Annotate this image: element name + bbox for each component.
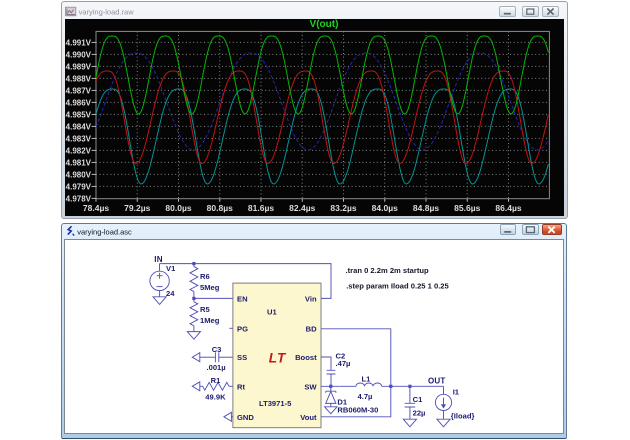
svg-text:C1: C1 [413,395,423,404]
svg-text:R5: R5 [200,305,210,314]
svg-text:BD: BD [306,325,317,334]
svg-text:V(out): V(out) [310,19,339,30]
svg-text:I1: I1 [453,387,460,396]
svg-text:LT: LT [269,351,287,366]
svg-text:4.986V: 4.986V [66,98,92,107]
svg-text:Vin: Vin [305,295,317,304]
svg-text:EN: EN [237,295,248,304]
svg-text:4.989V: 4.989V [66,62,92,71]
svg-text:4.987V: 4.987V [66,86,92,95]
svg-text:80.8µs: 80.8µs [207,203,233,213]
svg-text:4.988V: 4.988V [66,74,92,83]
svg-text:84.0µs: 84.0µs [372,203,398,213]
svg-text:varying-load.raw: varying-load.raw [79,7,135,16]
svg-text:R1: R1 [211,376,221,385]
svg-text:4.983V: 4.983V [66,134,92,143]
svg-text:79.2µs: 79.2µs [124,203,150,213]
svg-text:4.979V: 4.979V [66,182,92,191]
svg-text:83.2µs: 83.2µs [330,203,356,213]
svg-text:C3: C3 [212,345,222,354]
svg-text:86.4µs: 86.4µs [495,203,521,213]
svg-text:4.978V: 4.978V [66,194,92,203]
svg-text:RB060M-30: RB060M-30 [337,406,378,415]
svg-text:84.8µs: 84.8µs [413,203,439,213]
svg-text:4.980V: 4.980V [66,170,92,179]
svg-text:24: 24 [166,289,175,298]
svg-text:85.6µs: 85.6µs [454,203,480,213]
svg-text:4.982V: 4.982V [66,146,92,155]
svg-text:.47µ: .47µ [336,359,351,368]
svg-text:78.4µs: 78.4µs [83,203,109,213]
svg-text:22µ: 22µ [413,409,426,418]
svg-text:4.7µ: 4.7µ [358,392,373,401]
svg-text:4.984V: 4.984V [66,122,92,131]
svg-text:4.991V: 4.991V [66,38,92,47]
svg-text:SW: SW [304,382,317,391]
svg-text:4.981V: 4.981V [66,158,92,167]
svg-text:IN: IN [154,255,162,264]
svg-text:OUT: OUT [428,376,446,385]
svg-text:4.990V: 4.990V [66,50,92,59]
svg-text:Rt: Rt [237,382,245,391]
svg-text:.001µ: .001µ [207,363,226,372]
svg-text:5Meg: 5Meg [200,283,220,292]
svg-text:81.6µs: 81.6µs [248,203,274,213]
svg-text:L1: L1 [362,375,372,384]
svg-text:.step param Iload 0.25 1 0.25: .step param Iload 0.25 1 0.25 [346,281,449,290]
svg-text:V1: V1 [166,264,176,273]
svg-text:4.985V: 4.985V [66,110,92,119]
svg-text:1Meg: 1Meg [200,316,220,325]
svg-text:GND: GND [237,413,254,422]
svg-text:49.9K: 49.9K [205,392,226,401]
svg-text:varying-load.asc: varying-load.asc [77,227,132,236]
svg-text:R6: R6 [200,272,210,281]
svg-text:SS: SS [237,353,247,362]
svg-text:82.4µs: 82.4µs [289,203,315,213]
svg-text:LT3971-5: LT3971-5 [259,399,292,408]
svg-text:U1: U1 [267,308,277,317]
svg-text:{Iload}: {Iload} [451,411,475,420]
svg-text:Boost: Boost [295,353,317,362]
svg-text:.tran 0 2.2m 2m startup: .tran 0 2.2m 2m startup [346,266,429,275]
svg-text:PG: PG [237,325,248,334]
svg-text:80.0µs: 80.0µs [165,203,191,213]
svg-text:Vout: Vout [300,413,317,422]
